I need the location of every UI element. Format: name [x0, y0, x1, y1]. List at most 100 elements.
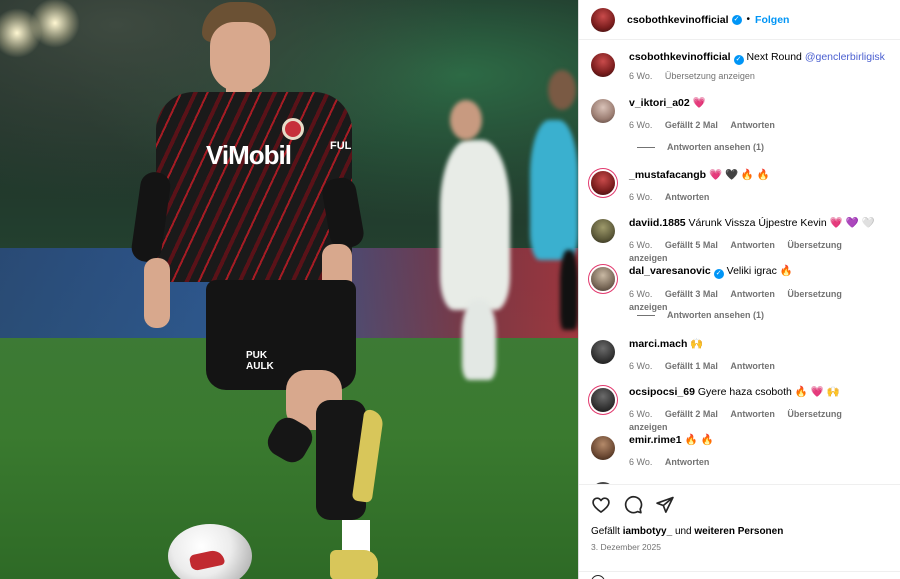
player-face	[210, 22, 270, 92]
view-replies-button[interactable]: Antworten ansehen (1)	[637, 310, 764, 320]
liked-by-others-link[interactable]: weiteren Personen	[694, 526, 783, 537]
comment-username[interactable]: daviid.1885	[629, 217, 686, 229]
verified-badge-icon: ✓	[731, 14, 742, 25]
comment-username[interactable]: v_iktori_a02	[629, 97, 690, 109]
comment-text: 🙌	[690, 338, 704, 350]
view-replies-line	[637, 314, 655, 316]
emoji-icon[interactable]	[591, 575, 605, 579]
comment-item: _mustafacangb 💗 🖤 🔥 🔥 6 Wo. Antworten	[591, 169, 891, 204]
comment-username[interactable]: _mustafacangb	[629, 169, 706, 181]
comment-reply-button[interactable]: Antworten	[730, 361, 775, 371]
author-avatar[interactable]	[591, 53, 615, 77]
comment-likes-link[interactable]: Gefällt 5 Mal	[665, 240, 718, 250]
player-boot	[330, 550, 378, 579]
commenter-avatar[interactable]	[591, 340, 615, 364]
comment-username[interactable]: marci.mach	[629, 338, 687, 350]
comment-bubble-icon[interactable]	[623, 495, 643, 515]
referee-legs	[560, 250, 578, 330]
liked-by-summary: Gefällt iambotyy_ und weiteren Personen	[591, 526, 783, 537]
comment-likes-link[interactable]: Gefällt 2 Mal	[665, 409, 718, 419]
comment-likes-link[interactable]: Gefällt 3 Mal	[665, 289, 718, 299]
verified-badge-icon: ✓	[713, 269, 724, 279]
shorts-text: PUK AULK	[246, 350, 274, 372]
comment-text: Veliki igrac 🔥	[726, 265, 793, 277]
commenter-avatar[interactable]	[591, 219, 615, 243]
comment-text: 💗	[692, 97, 706, 109]
player-figure: ViMobil FUL PUK AULK	[129, 0, 390, 579]
comment-age: 6 Wo.	[629, 361, 653, 371]
caption-username[interactable]: csobothkevinofficial	[629, 51, 731, 63]
comment-reply-button[interactable]: Antworten	[730, 240, 775, 250]
comment-likes-link[interactable]: Gefällt 1 Mal	[665, 361, 718, 371]
post-header: csobothkevinofficial ✓ • Folgen	[579, 0, 900, 40]
view-replies-label: Antworten ansehen (1)	[667, 310, 765, 320]
liked-by-middle: und	[674, 526, 692, 537]
post-actions-bar: Gefällt iambotyy_ und weiteren Personen …	[579, 484, 900, 579]
jersey-sponsor: ViMobil	[206, 140, 292, 170]
commenter-avatar[interactable]	[591, 171, 615, 195]
sleeve-text: FUL	[330, 140, 352, 152]
comment-item: v_iktori_a02 💗 6 Wo. Gefällt 2 Mal Antwo…	[591, 97, 891, 132]
comment-age: 6 Wo.	[629, 240, 653, 250]
post-sidebar: csobothkevinofficial ✓ • Folgen csobothk…	[578, 0, 900, 579]
background-player-legs	[462, 300, 496, 380]
comment-reply-button[interactable]: Antworten	[730, 409, 775, 419]
comment-reply-button[interactable]: Antworten	[730, 289, 775, 299]
caption-translate-link[interactable]: Übersetzung anzeigen	[665, 71, 755, 81]
caption: csobothkevinofficial ✓ Next Round @gencle…	[591, 51, 891, 83]
comment-username[interactable]: ocsipocsi_69	[629, 386, 695, 398]
view-replies-line	[637, 146, 655, 148]
commenter-avatar[interactable]	[591, 99, 615, 123]
comment-text: 💗 🖤 🔥 🔥	[708, 169, 770, 181]
commenter-avatar[interactable]	[591, 436, 615, 460]
player-left-hand	[144, 258, 170, 328]
separator-dot: •	[746, 14, 751, 25]
floodlight	[30, 0, 80, 48]
comment-age: 6 Wo.	[629, 192, 653, 202]
comment-text: Gyere haza csoboth 🔥 💗 🙌	[697, 386, 840, 398]
author-avatar[interactable]	[591, 7, 615, 32]
commenter-avatar[interactable]	[591, 267, 615, 291]
comment-username[interactable]: dal_varesanovic	[629, 265, 711, 277]
author-username[interactable]: csobothkevinofficial	[627, 14, 729, 26]
follow-button[interactable]: Folgen	[755, 14, 789, 26]
comment-item: ocsipocsi_69 Gyere haza csoboth 🔥 💗 🙌 6 …	[591, 386, 891, 434]
view-replies-button[interactable]: Antworten ansehen (1)	[637, 142, 764, 152]
liked-by-prefix: Gefällt	[591, 526, 620, 537]
comment-reply-button[interactable]: Antworten	[665, 192, 710, 202]
view-replies-label: Antworten ansehen (1)	[667, 142, 765, 152]
background-player	[440, 140, 510, 310]
comment-age: 6 Wo.	[629, 409, 653, 419]
post-date: 3. Dezember 2025	[591, 542, 661, 552]
comment-username[interactable]: emir.rime1	[629, 434, 682, 446]
comment-item: marci.mach 🙌 6 Wo. Gefällt 1 Mal Antwort…	[591, 338, 891, 373]
comment-reply-button[interactable]: Antworten	[730, 120, 775, 130]
caption-age: 6 Wo.	[629, 71, 653, 81]
comment-age: 6 Wo.	[629, 457, 653, 467]
referee-head	[548, 70, 576, 110]
comments-list[interactable]: csobothkevinofficial ✓ Next Round @gencle…	[579, 40, 900, 484]
comment-item: emir.rime1 🔥 🔥 6 Wo. Antworten	[591, 434, 891, 469]
background-player-head	[450, 100, 482, 140]
add-comment-bar	[579, 571, 900, 579]
action-icons	[591, 495, 675, 515]
comment-text: 🔥 🔥	[684, 434, 714, 446]
caption-text: Next Round	[746, 51, 802, 63]
comment-item: dal_varesanovic ✓ Veliki igrac 🔥 6 Wo. Ge…	[591, 265, 891, 314]
instagram-post-view: ViMobil FUL PUK AULK csobothkevinofficia…	[0, 0, 900, 579]
caption-mention-link[interactable]: @genclerbirligisk	[805, 51, 885, 63]
comment-age: 6 Wo.	[629, 289, 653, 299]
comment-reply-button[interactable]: Antworten	[665, 457, 710, 467]
referee	[530, 120, 578, 260]
share-send-icon[interactable]	[655, 495, 675, 515]
commenter-avatar[interactable]	[591, 388, 615, 412]
verified-badge-icon: ✓	[733, 55, 744, 65]
like-heart-icon[interactable]	[591, 495, 611, 515]
comment-likes-link[interactable]: Gefällt 2 Mal	[665, 120, 718, 130]
post-photo[interactable]: ViMobil FUL PUK AULK	[0, 0, 578, 579]
liked-by-user-link[interactable]: iambotyy_	[623, 526, 672, 537]
comment-item: daviid.1885 Várunk Vissza Újpestre Kevin…	[591, 217, 891, 265]
comment-age: 6 Wo.	[629, 120, 653, 130]
football	[168, 524, 252, 579]
club-crest	[282, 118, 304, 140]
